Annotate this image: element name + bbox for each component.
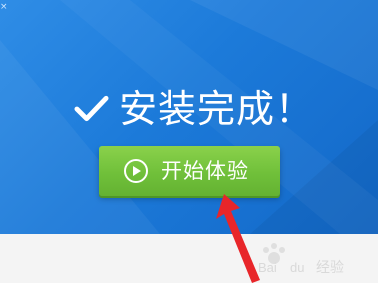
close-icon[interactable]: × [0, 2, 8, 12]
check-icon [74, 95, 109, 122]
start-experience-label: 开始体验 [161, 159, 249, 183]
install-complete-title: 安装完成！ [118, 87, 314, 131]
svg-text:经验: 经验 [316, 260, 344, 276]
play-circle-icon [124, 159, 148, 183]
baidu-jingyan-watermark: Bai du 经验 [258, 243, 344, 276]
start-experience-button[interactable]: 开始体验 [99, 146, 280, 196]
svg-text:Bai: Bai [258, 260, 277, 275]
install-complete-panel: × 安装完成！ 开始体验 [0, 0, 378, 234]
completion-title-row: 安装完成！ [74, 84, 314, 134]
installer-window: × 安装完成！ 开始体验 Bai du 经验 [0, 0, 378, 283]
svg-text:du: du [290, 260, 304, 275]
